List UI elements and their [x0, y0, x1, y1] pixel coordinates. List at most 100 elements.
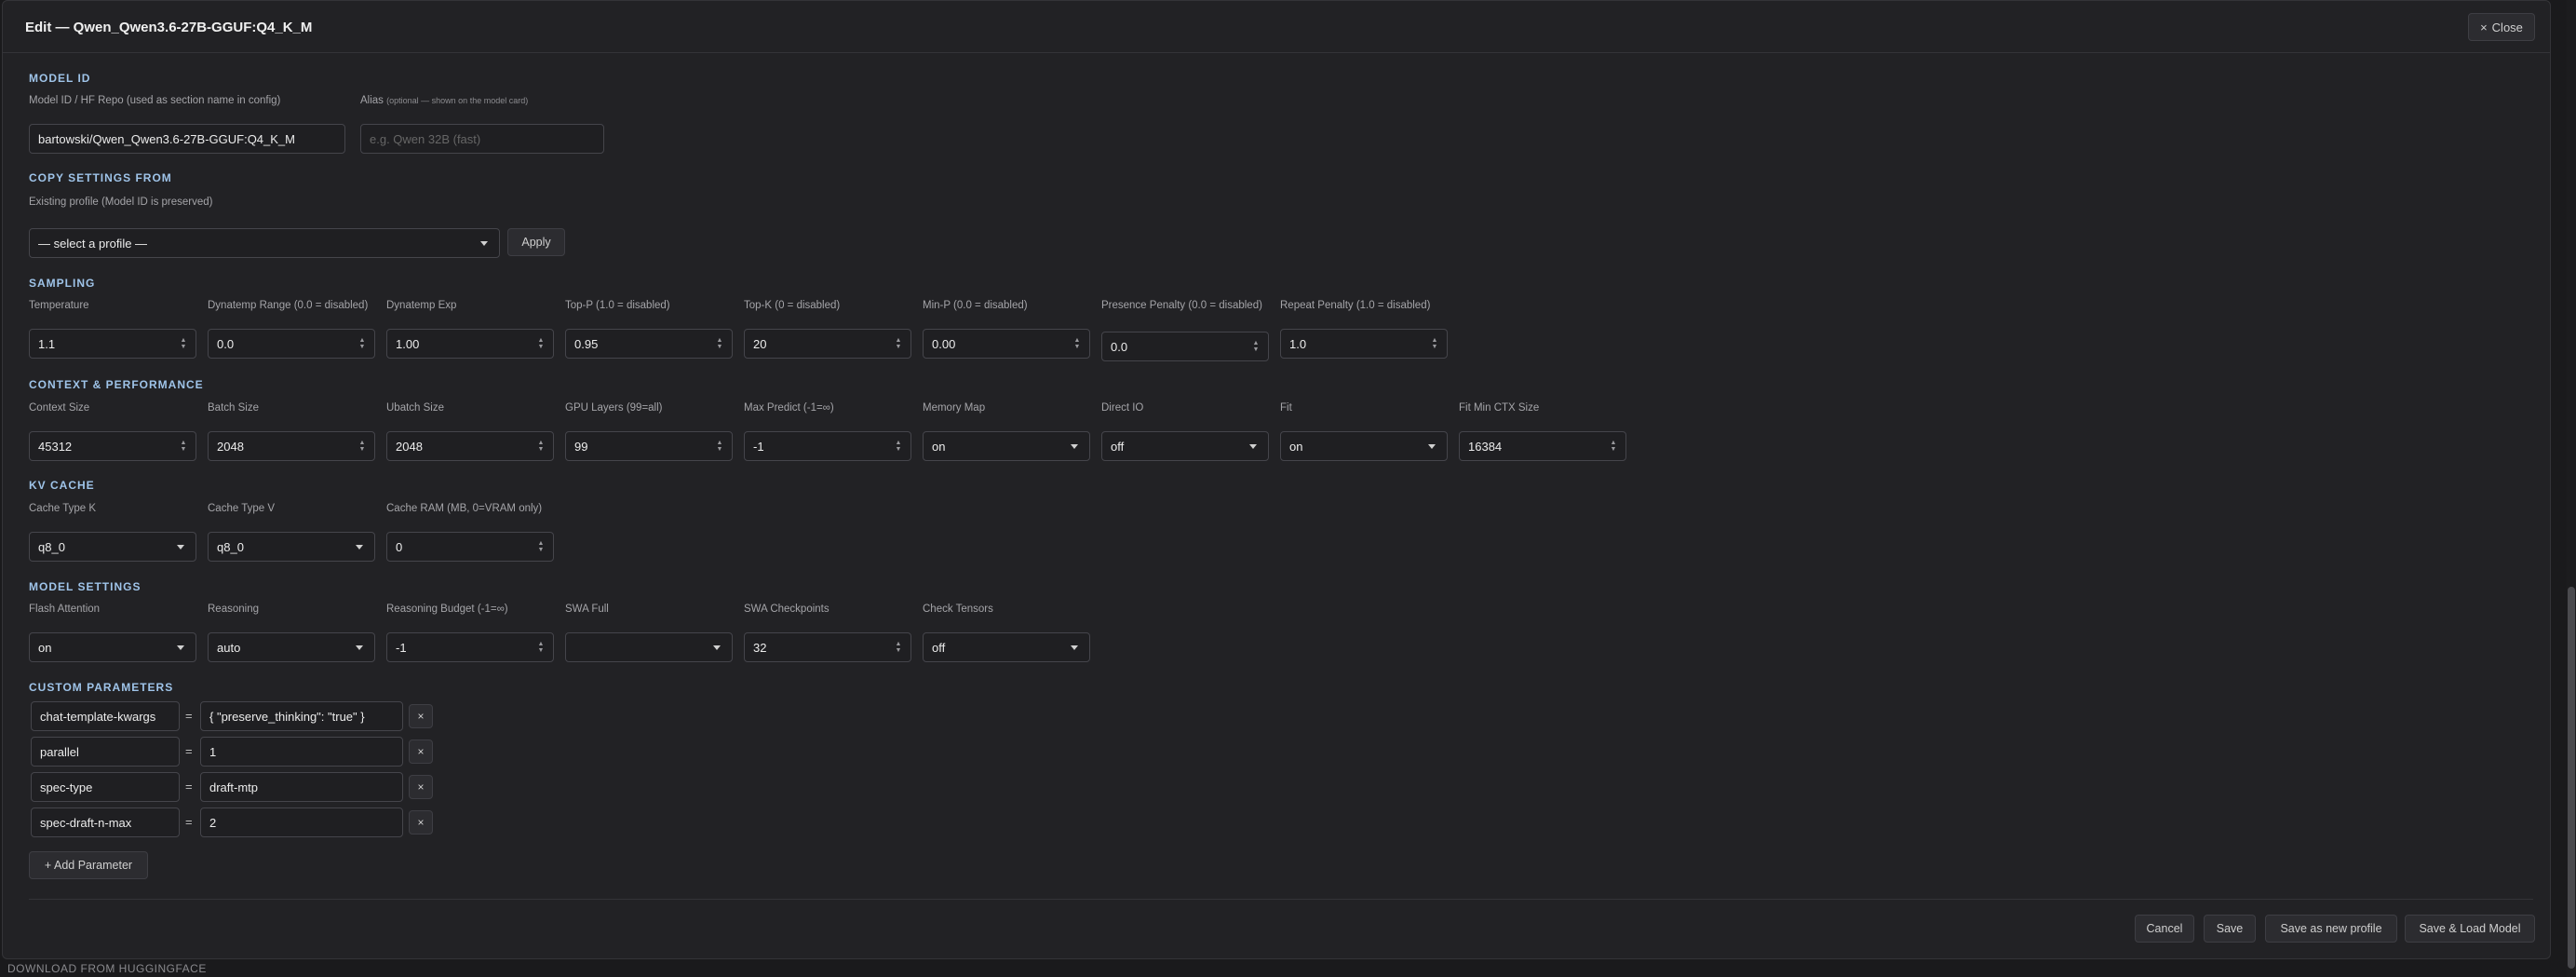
spinner-icon[interactable]: ▲ ▼ [892, 330, 905, 358]
fit-min-ctx-size-input[interactable]: 16384 ▲ ▼ [1459, 431, 1626, 461]
top-k-input[interactable]: 20 ▲ ▼ [744, 329, 911, 359]
alias-hint: (optional — shown on the model card) [386, 96, 529, 105]
parameter-value-input[interactable]: draft-mtp [200, 772, 403, 802]
remove-parameter-button[interactable]: × [409, 775, 433, 799]
batch-size-value: 2048 [217, 439, 244, 454]
cache-type-k-label: Cache Type K [29, 503, 97, 514]
flash-attention-value: on [38, 640, 52, 655]
fit-select[interactable]: on [1280, 431, 1448, 461]
spinner-icon[interactable]: ▲ ▼ [534, 432, 547, 460]
spinner-icon[interactable]: ▲ ▼ [534, 533, 547, 561]
dynatemp-range-field: Dynatemp Range (0.0 = disabled) 0.0 ▲ ▼ [208, 299, 375, 360]
scrollbar-thumb[interactable] [2568, 587, 2575, 969]
swa-checkpoints-label: SWA Checkpoints [744, 604, 829, 615]
page-scrollbar[interactable] [2567, 0, 2576, 977]
reasoning-select[interactable]: auto [208, 632, 375, 662]
spinner-icon[interactable]: ▲ ▼ [356, 432, 369, 460]
spinner-icon[interactable]: ▲ ▼ [534, 633, 547, 661]
check-tensors-select[interactable]: off [923, 632, 1090, 662]
spinner-icon[interactable]: ▲ ▼ [892, 633, 905, 661]
spinner-icon[interactable]: ▲ ▼ [713, 330, 726, 358]
apply-button[interactable]: Apply [507, 228, 565, 256]
spinner-icon[interactable]: ▲ ▼ [177, 432, 190, 460]
flash-attention-select[interactable]: on [29, 632, 196, 662]
close-button[interactable]: × Close [2468, 13, 2535, 41]
swa-checkpoints-input[interactable]: 32 ▲ ▼ [744, 632, 911, 662]
ubatch-size-field: Ubatch Size 2048 ▲ ▼ [386, 401, 554, 463]
repeat-penalty-field: Repeat Penalty (1.0 = disabled) 1.0 ▲ ▼ [1280, 299, 1448, 360]
ubatch-size-input[interactable]: 2048 ▲ ▼ [386, 431, 554, 461]
batch-size-input[interactable]: 2048 ▲ ▼ [208, 431, 375, 461]
gpu-layers-input[interactable]: 99 ▲ ▼ [565, 431, 733, 461]
dynatemp-exp-value: 1.00 [396, 336, 420, 351]
reasoning-field: Reasoning auto [208, 603, 375, 664]
reasoning-label: Reasoning [208, 604, 259, 615]
repeat-penalty-input[interactable]: 1.0 ▲ ▼ [1280, 329, 1448, 359]
spinner-icon[interactable]: ▲ ▼ [892, 432, 905, 460]
top-p-input[interactable]: 0.95 ▲ ▼ [565, 329, 733, 359]
context-size-input[interactable]: 45312 ▲ ▼ [29, 431, 196, 461]
save-button[interactable]: Save [2204, 915, 2256, 943]
presence-penalty-input[interactable]: 0.0 ▲ ▼ [1101, 332, 1269, 361]
parameter-value-input[interactable]: 2 [200, 807, 403, 837]
cache-type-k-field: Cache Type K q8_0 [29, 502, 196, 563]
check-tensors-label: Check Tensors [923, 604, 993, 615]
alias-input[interactable]: e.g. Qwen 32B (fast) [360, 124, 604, 154]
download-from-huggingface-heading[interactable]: DOWNLOAD FROM HUGGINGFACE [7, 962, 207, 975]
dynatemp-range-input[interactable]: 0.0 ▲ ▼ [208, 329, 375, 359]
profile-select[interactable]: — select a profile — [29, 228, 500, 258]
cache-ram-input[interactable]: 0 ▲ ▼ [386, 532, 554, 562]
parameter-key-input[interactable]: parallel [31, 737, 180, 767]
spinner-icon[interactable]: ▲ ▼ [1428, 330, 1441, 358]
cache-ram-value: 0 [396, 539, 403, 554]
alias-label-text: Alias [360, 95, 384, 106]
save-and-load-model-button[interactable]: Save & Load Model [2405, 915, 2535, 943]
presence-penalty-value: 0.0 [1111, 339, 1128, 354]
spinner-icon[interactable]: ▲ ▼ [1607, 432, 1620, 460]
spinner-icon[interactable]: ▲ ▼ [356, 330, 369, 358]
parameter-value-input[interactable]: { "preserve_thinking": "true" } [200, 701, 403, 731]
remove-parameter-button[interactable]: × [409, 810, 433, 835]
fit-min-ctx-size-value: 16384 [1468, 439, 1503, 454]
remove-parameter-button[interactable]: × [409, 740, 433, 764]
edit-model-dialog: Edit — Qwen_Qwen3.6-27B-GGUF:Q4_K_M × Cl… [2, 0, 2551, 959]
equals-sign: = [185, 780, 193, 794]
reasoning-budget-input[interactable]: -1 ▲ ▼ [386, 632, 554, 662]
check-tensors-value: off [932, 640, 946, 655]
dynatemp-exp-input[interactable]: 1.00 ▲ ▼ [386, 329, 554, 359]
add-parameter-button[interactable]: + Add Parameter [29, 851, 148, 879]
parameter-key-input[interactable]: chat-template-kwargs [31, 701, 180, 731]
parameter-value-input[interactable]: 1 [200, 737, 403, 767]
parameter-key-input[interactable]: spec-type [31, 772, 180, 802]
parameter-key-input[interactable]: spec-draft-n-max [31, 807, 180, 837]
remove-parameter-button[interactable]: × [409, 704, 433, 728]
cache-type-k-select[interactable]: q8_0 [29, 532, 196, 562]
save-as-new-profile-button[interactable]: Save as new profile [2265, 915, 2397, 943]
direct-io-value: off [1111, 439, 1125, 454]
flash-attention-field: Flash Attention on [29, 603, 196, 664]
model-repo-input[interactable]: bartowski/Qwen_Qwen3.6-27B-GGUF:Q4_K_M [29, 124, 345, 154]
swa-full-select[interactable] [565, 632, 733, 662]
section-kv-cache: KV CACHE [29, 479, 95, 492]
min-p-input[interactable]: 0.00 ▲ ▼ [923, 329, 1090, 359]
spinner-icon[interactable]: ▲ ▼ [1249, 332, 1262, 360]
spinner-icon[interactable]: ▲ ▼ [713, 432, 726, 460]
cache-type-v-select[interactable]: q8_0 [208, 532, 375, 562]
cancel-button[interactable]: Cancel [2135, 915, 2194, 943]
repeat-penalty-label: Repeat Penalty (1.0 = disabled) [1280, 300, 1431, 311]
direct-io-select[interactable]: off [1101, 431, 1269, 461]
context-size-label: Context Size [29, 402, 90, 414]
swa-checkpoints-field: SWA Checkpoints 32 ▲ ▼ [744, 603, 911, 664]
flash-attention-label: Flash Attention [29, 604, 101, 615]
section-context-performance: CONTEXT & PERFORMANCE [29, 378, 204, 391]
min-p-label: Min-P (0.0 = disabled) [923, 300, 1028, 311]
batch-size-label: Batch Size [208, 402, 259, 414]
spinner-icon[interactable]: ▲ ▼ [177, 330, 190, 358]
temperature-input[interactable]: 1.1 ▲ ▼ [29, 329, 196, 359]
max-predict-input[interactable]: -1 ▲ ▼ [744, 431, 911, 461]
spinner-icon[interactable]: ▲ ▼ [534, 330, 547, 358]
dynatemp-range-value: 0.0 [217, 336, 235, 351]
memory-map-select[interactable]: on [923, 431, 1090, 461]
spinner-icon[interactable]: ▲ ▼ [1071, 330, 1084, 358]
cache-type-v-label: Cache Type V [208, 503, 276, 514]
